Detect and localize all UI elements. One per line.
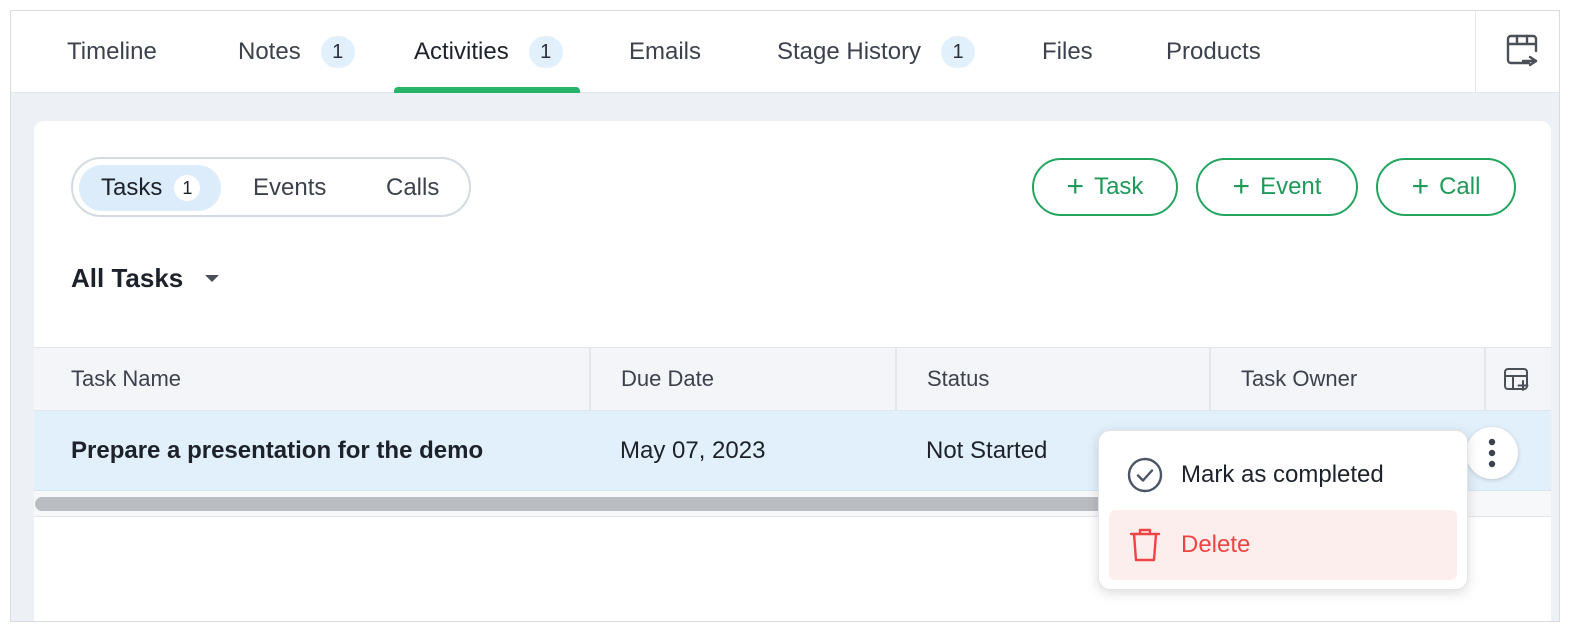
task-name-cell[interactable]: Prepare a presentation for the demo: [71, 411, 483, 491]
plus-icon: +: [1066, 170, 1085, 203]
column-status[interactable]: Status: [897, 348, 1211, 410]
add-event-button[interactable]: + Event: [1196, 158, 1358, 216]
due-date-cell: May 07, 2023: [620, 437, 766, 464]
segment-calls[interactable]: Calls: [386, 165, 439, 211]
status-cell: Not Started: [926, 437, 1048, 464]
column-due-date[interactable]: Due Date: [591, 348, 897, 410]
tab-files[interactable]: Files: [1042, 11, 1093, 93]
tasks-table-header: Task Name Due Date Status Task Owner: [34, 347, 1551, 411]
tab-overflow-icon[interactable]: [1503, 31, 1543, 71]
table-column-settings-icon[interactable]: [1503, 367, 1531, 393]
more-vertical-icon: [1488, 438, 1496, 468]
plus-icon: +: [1232, 170, 1251, 203]
caret-down-icon: [205, 275, 220, 282]
tasks-count-badge: 1: [174, 175, 201, 201]
tab-activities[interactable]: Activities 1: [414, 11, 563, 93]
tab-stage-history[interactable]: Stage History 1: [777, 11, 976, 93]
row-actions-button[interactable]: [1466, 427, 1518, 479]
segment-tasks[interactable]: Tasks 1: [79, 165, 221, 211]
scrollbar-thumb[interactable]: [35, 497, 1135, 511]
tab-notes[interactable]: Notes 1: [238, 11, 355, 93]
row-actions-menu: Mark as completed Delete: [1098, 430, 1468, 590]
active-tab-indicator: [394, 87, 580, 93]
tab-products[interactable]: Products: [1166, 11, 1261, 93]
column-task-owner[interactable]: Task Owner: [1211, 348, 1486, 410]
add-call-button[interactable]: + Call: [1376, 158, 1516, 216]
task-filter-dropdown[interactable]: All Tasks: [71, 263, 220, 294]
column-task-name[interactable]: Task Name: [34, 348, 591, 410]
tabbar-divider: [1475, 11, 1476, 93]
add-task-button[interactable]: + Task: [1032, 158, 1178, 216]
notes-count-badge: 1: [320, 36, 355, 68]
related-tabs: Timeline Notes 1 Activities 1 Emails Sta…: [11, 11, 1559, 93]
segment-events[interactable]: Events: [253, 165, 326, 211]
plus-icon: +: [1411, 170, 1430, 203]
activities-count-badge: 1: [528, 36, 563, 68]
tab-timeline[interactable]: Timeline: [67, 11, 157, 93]
tab-emails[interactable]: Emails: [629, 11, 701, 93]
stage-history-count-badge: 1: [941, 36, 976, 68]
delete-menu-item[interactable]: Delete: [1109, 510, 1457, 580]
mark-completed-menu-item[interactable]: Mark as completed: [1109, 440, 1457, 510]
activity-type-switcher: Tasks 1 Events Calls: [71, 157, 471, 217]
trash-icon: [1125, 525, 1165, 565]
activities-panel: Timeline Notes 1 Activities 1 Emails Sta…: [10, 10, 1560, 622]
check-circle-icon: [1125, 455, 1165, 495]
